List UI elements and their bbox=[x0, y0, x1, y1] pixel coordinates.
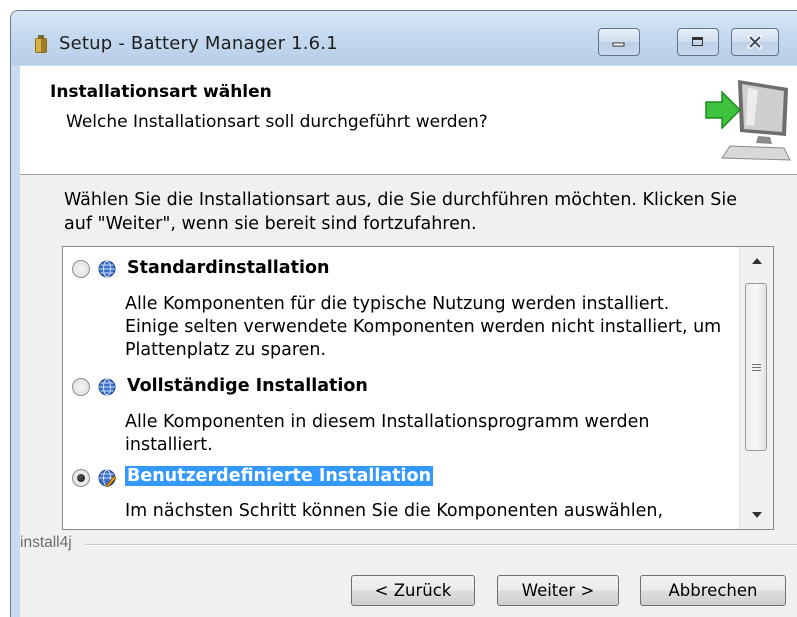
header-title: Installationsart wählen bbox=[50, 82, 272, 102]
maximize-button[interactable] bbox=[677, 28, 719, 56]
setup-window: Setup - Battery Manager 1.6.1 Installati… bbox=[10, 10, 797, 617]
maximize-icon bbox=[692, 37, 703, 46]
option-desc-custom: Im nächsten Schritt können Sie die Kompo… bbox=[125, 501, 664, 521]
intro-text: Wählen Sie die Installationsart aus, die… bbox=[64, 190, 738, 234]
wizard-header: Installationsart wählen Welche Installat… bbox=[20, 66, 797, 175]
scroll-down-button[interactable] bbox=[740, 501, 773, 529]
minimize-icon bbox=[612, 42, 625, 47]
option-desc-full: Alle Komponenten in diesem Installations… bbox=[125, 412, 650, 455]
back-button[interactable]: < Zurück bbox=[351, 575, 475, 606]
header-subtitle: Welche Installationsart soll durchgeführ… bbox=[66, 112, 488, 132]
option-title-standard[interactable]: Standardinstallation bbox=[125, 258, 331, 278]
radio-full[interactable] bbox=[72, 378, 90, 396]
globe-icon bbox=[98, 378, 116, 396]
close-icon bbox=[747, 35, 763, 49]
scroll-up-button[interactable] bbox=[740, 247, 773, 275]
separator bbox=[86, 544, 797, 546]
grip-icon bbox=[751, 363, 761, 371]
install-type-list[interactable]: Standardinstallation Alle Komponenten fü… bbox=[62, 246, 774, 530]
cancel-button[interactable]: Abbrechen bbox=[640, 575, 786, 606]
next-button[interactable]: Weiter > bbox=[497, 575, 619, 606]
minimize-button[interactable] bbox=[598, 28, 640, 56]
battery-icon bbox=[35, 35, 47, 53]
arrow-up-icon bbox=[751, 258, 762, 264]
arrow-down-icon bbox=[751, 512, 762, 518]
install4j-brand: install4j bbox=[20, 534, 72, 551]
option-title-custom[interactable]: Benutzerdefinierte Installation bbox=[125, 466, 434, 486]
globe-edit-icon bbox=[98, 469, 116, 487]
list-scrollbar[interactable] bbox=[739, 247, 773, 529]
title-bar[interactable]: Setup - Battery Manager 1.6.1 bbox=[11, 11, 797, 65]
computer-arrow-icon bbox=[705, 80, 791, 161]
radio-custom[interactable] bbox=[72, 469, 90, 487]
window-title: Setup - Battery Manager 1.6.1 bbox=[59, 33, 338, 54]
scroll-thumb[interactable] bbox=[745, 283, 767, 451]
option-desc-standard: Alle Komponenten für die typische Nutzun… bbox=[125, 294, 722, 360]
dialog-client-area: Installationsart wählen Welche Installat… bbox=[20, 66, 797, 617]
option-title-full[interactable]: Vollständige Installation bbox=[125, 376, 370, 396]
radio-standard[interactable] bbox=[72, 260, 90, 278]
globe-icon bbox=[98, 260, 116, 278]
close-button[interactable] bbox=[731, 28, 779, 56]
